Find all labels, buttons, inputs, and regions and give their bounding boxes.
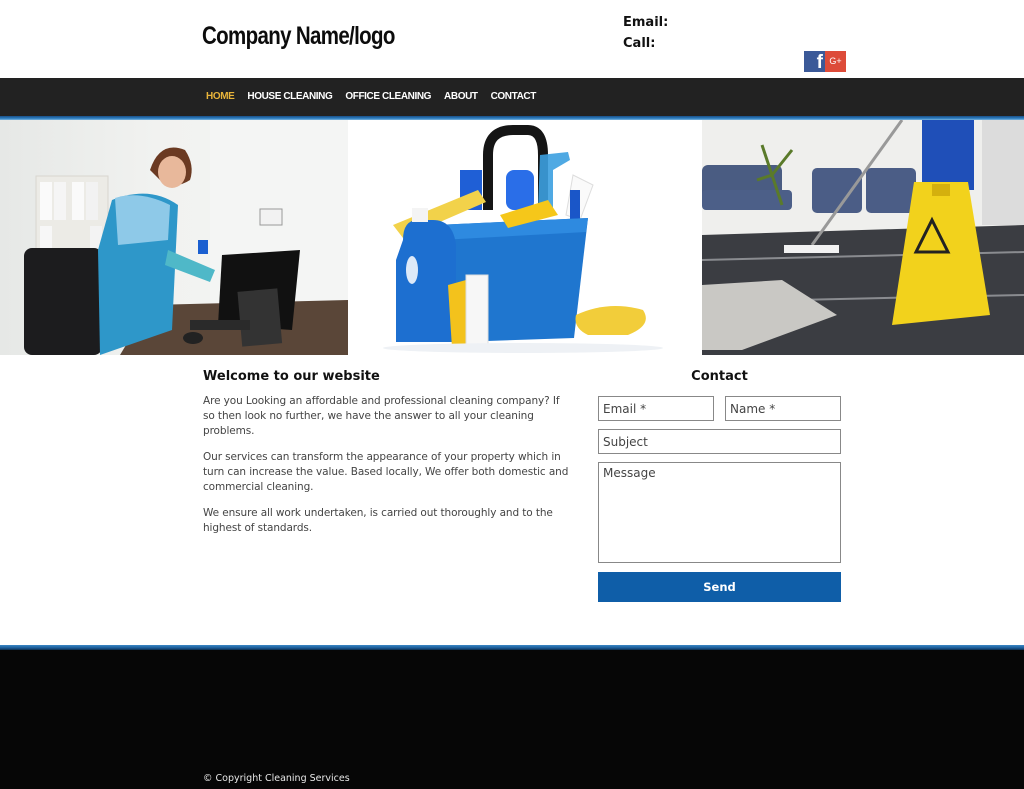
main-nav: HOME HOUSE CLEANING OFFICE CLEANING ABOU… xyxy=(0,78,1024,116)
call-label: Call: xyxy=(623,36,656,51)
email-field[interactable] xyxy=(598,396,714,421)
site-header: Company Name/logo Email: Call: f G+ xyxy=(0,0,1024,78)
contact-form-title: Contact xyxy=(691,369,748,384)
welcome-paragraph: Our services can transform the appearanc… xyxy=(203,451,569,493)
main-content: Welcome to our website Are you Looking a… xyxy=(0,355,1024,646)
welcome-section: Welcome to our website Are you Looking a… xyxy=(203,369,573,547)
google-plus-icon[interactable]: G+ xyxy=(825,51,846,72)
hero-image-office-cleaning xyxy=(0,120,348,355)
nav-item-home[interactable]: HOME xyxy=(206,91,235,102)
welcome-paragraph: We ensure all work undertaken, is carrie… xyxy=(203,507,553,534)
nav-item-contact[interactable]: CONTACT xyxy=(491,91,537,102)
facebook-icon[interactable]: f xyxy=(804,51,825,72)
social-links: f G+ xyxy=(804,51,846,72)
contact-form: Contact Send xyxy=(598,369,841,602)
welcome-title: Welcome to our website xyxy=(203,369,380,384)
welcome-paragraph: Are you Looking an affordable and profes… xyxy=(203,395,560,437)
hero-image-floor-cleaning xyxy=(702,120,1024,355)
subject-field[interactable] xyxy=(598,429,841,454)
send-button[interactable]: Send xyxy=(598,572,841,602)
site-footer: © Copyright Cleaning Services xyxy=(0,650,1024,789)
company-logo[interactable]: Company Name/logo xyxy=(202,22,395,51)
hero-image-cleaning-supplies xyxy=(348,120,702,355)
hero-banner xyxy=(0,120,1024,355)
floor-cleaning-illustration xyxy=(702,120,1024,355)
name-field[interactable] xyxy=(725,396,841,421)
cleaning-supplies-illustration xyxy=(383,125,663,353)
message-field[interactable] xyxy=(598,462,841,563)
nav-item-about[interactable]: ABOUT xyxy=(444,91,478,102)
email-label: Email: xyxy=(623,15,669,30)
copyright-text: © Copyright Cleaning Services xyxy=(203,773,350,784)
header-contact-info: Email: Call: xyxy=(623,12,668,54)
office-cleaning-illustration xyxy=(24,120,348,355)
nav-item-office-cleaning[interactable]: OFFICE CLEANING xyxy=(345,91,431,102)
nav-item-house-cleaning[interactable]: HOUSE CLEANING xyxy=(247,91,332,102)
